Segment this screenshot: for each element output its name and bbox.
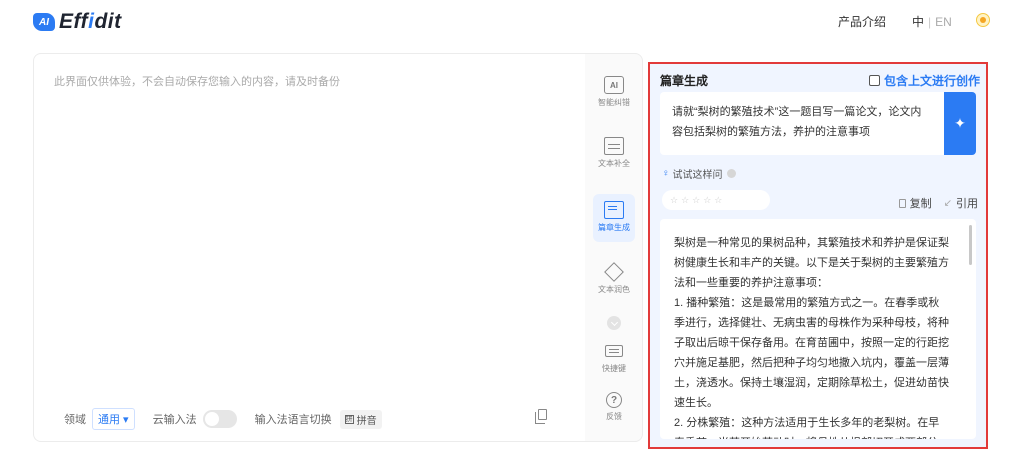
generate-button[interactable]: ✦ [944, 92, 976, 155]
editor-footer: 领域 通用 ▾ 云输入法 输入法语言切换 拼拼音 [64, 408, 382, 430]
language-switch: 中 | EN [912, 13, 952, 30]
top-header: AI Effidit 产品介绍 中 | EN [0, 0, 1024, 44]
tool-smart-correction[interactable]: AI 智能纠错 [593, 76, 635, 112]
theme-toggle-icon[interactable] [976, 13, 990, 27]
ai-logo-icon: AI [33, 13, 55, 31]
panel-title: 篇章生成 [660, 74, 709, 88]
ime-switch-label: 输入法语言切换 [254, 414, 332, 426]
keyboard-icon [605, 345, 623, 357]
article-generation-panel: 篇章生成 包含上文进行创作 请就“梨树的繁殖技术”这一题目写一篇论文，论文内容包… [648, 62, 988, 449]
include-context-checkbox[interactable]: 包含上文进行创作 [868, 72, 980, 89]
copy-icon [898, 198, 906, 208]
result-actions: 复制 ↙ 引用 [887, 195, 978, 211]
domain-select[interactable]: 通用 ▾ [92, 408, 135, 430]
star-icons[interactable]: ☆☆☆☆☆ [670, 195, 725, 206]
tool-article-generation[interactable]: 篇章生成 [593, 194, 635, 242]
chevron-down-icon[interactable] [607, 316, 621, 330]
quote-button[interactable]: ↙ 引用 [944, 195, 978, 211]
help-icon: ? [606, 392, 622, 408]
lang-separator: | [928, 15, 932, 29]
result-paragraph: 2. 分株繁殖：这种方法适用于生长多年的老梨树。在早春季节，当芽开始萌动时，将母… [674, 417, 949, 439]
domain-label: 领域 [64, 414, 86, 426]
lang-en-option[interactable]: EN [935, 15, 952, 29]
try-ask-link[interactable]: ♀ 试试这样问 [662, 166, 736, 181]
cloud-input-toggle[interactable] [202, 410, 237, 428]
ime-box-icon: 拼 [344, 414, 354, 424]
checkbox-icon [868, 75, 880, 86]
tool-shortcuts[interactable]: 快捷键 [593, 342, 635, 378]
ime-badge[interactable]: 拼拼音 [339, 409, 382, 429]
tool-text-polish[interactable]: 文本润色 [593, 262, 635, 299]
product-intro-link[interactable]: 产品介绍 [838, 13, 886, 30]
result-paragraph: 梨树是一种常见的果树品种，其繁殖技术和养护是保证梨树健康生长和丰产的关键。以下是… [674, 237, 949, 289]
sparkle-icon: ✦ [954, 115, 966, 131]
quote-icon: ↙ [943, 197, 952, 209]
result-paragraph: 1. 播种繁殖：这是最常用的繁殖方式之一。在春季或秋季进行，选择健壮、无病虫害的… [674, 297, 949, 409]
article-icon [604, 201, 624, 219]
tool-feedback[interactable]: ? 反馈 [593, 392, 635, 428]
rating-stars[interactable]: ☆☆☆☆☆ [662, 190, 770, 210]
effidit-logo[interactable]: AI Effidit [33, 10, 122, 34]
tool-text-completion[interactable]: 文本补全 [593, 137, 635, 173]
editor-panel[interactable]: 此界面仅供体验，不会自动保存您输入的内容，请及时备份 领域 通用 ▾ 云输入法 … [33, 53, 585, 442]
lang-zh-option[interactable]: 中 [912, 15, 924, 29]
gem-icon [604, 262, 624, 282]
result-scrollbar[interactable] [969, 225, 972, 265]
cloud-input-label: 云输入法 [152, 414, 197, 426]
generated-result: 梨树是一种常见的果树品种，其繁殖技术和养护是保证梨树健康生长和丰产的关键。以下是… [660, 219, 976, 439]
ai-check-icon: AI [604, 76, 624, 94]
prompt-input[interactable]: 请就“梨树的繁殖技术”这一题目写一篇论文，论文内容包括梨树的繁殖方法，养护的注意… [660, 92, 944, 155]
copy-editor-icon[interactable] [535, 409, 547, 424]
bulb-icon: ♀ [662, 168, 670, 179]
copy-button[interactable]: 复制 [898, 195, 932, 211]
tool-sidebar: AI 智能纠错 文本补全 篇章生成 文本润色 快捷键 ? 反馈 [585, 53, 643, 442]
doc-icon [604, 137, 624, 155]
logo-wordmark: Effidit [59, 10, 122, 33]
refresh-icon[interactable] [726, 169, 736, 178]
editor-placeholder: 此界面仅供体验，不会自动保存您输入的内容，请及时备份 [54, 76, 340, 88]
